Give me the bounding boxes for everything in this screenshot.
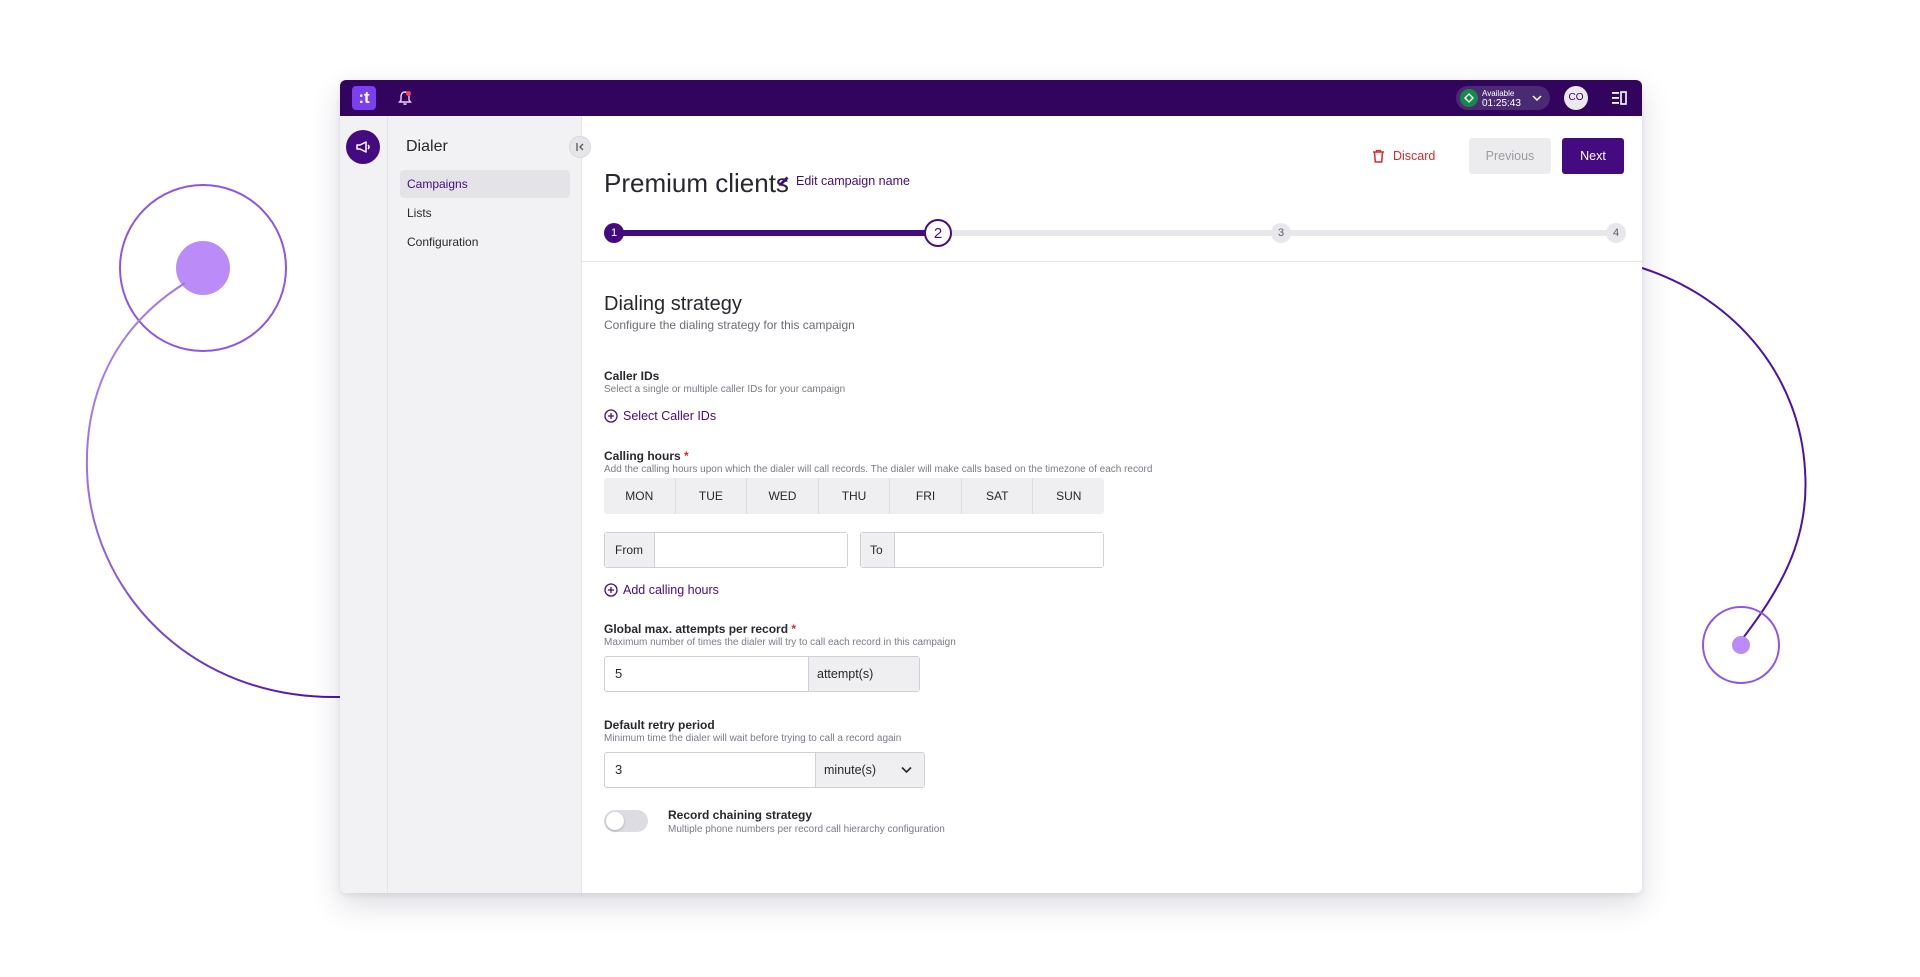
- retry-period-field: 3 minute(s): [604, 752, 925, 788]
- retry-period-input[interactable]: 3: [605, 753, 816, 787]
- from-label: From: [605, 533, 655, 567]
- day-toggle-tue[interactable]: TUE: [676, 478, 748, 514]
- status-text: Available 01:25:43: [1482, 89, 1521, 109]
- user-avatar[interactable]: CO: [1564, 86, 1588, 110]
- app-logo[interactable]: :t: [352, 86, 376, 110]
- max-attempts-label-text: Global max. attempts per record: [604, 622, 789, 636]
- nav-item-lists[interactable]: Lists: [400, 199, 570, 227]
- step-1[interactable]: 1: [604, 223, 624, 243]
- select-caller-ids-link[interactable]: Select Caller IDs: [604, 409, 716, 423]
- next-button[interactable]: Next: [1562, 138, 1624, 174]
- chevron-down-icon: [901, 766, 912, 774]
- status-timer: 01:25:43: [1482, 98, 1521, 109]
- decorative-arc-right: [1641, 267, 1807, 643]
- retry-unit-select[interactable]: minute(s): [816, 753, 924, 787]
- record-chaining-label: Record chaining strategy: [668, 808, 813, 822]
- calling-hours-help: Add the calling hours upon which the dia…: [604, 464, 1153, 475]
- campaign-name-title: Premium clients: [604, 168, 789, 198]
- decorative-dot-right: [1732, 636, 1750, 654]
- collapse-nav-button[interactable]: [569, 136, 591, 158]
- to-time-group: To: [860, 532, 1104, 568]
- pencil-icon: [779, 176, 789, 186]
- max-attempts-help: Maximum number of times the dialer will …: [604, 637, 956, 648]
- trash-icon: [1373, 149, 1384, 163]
- day-toggle-wed[interactable]: WED: [747, 478, 819, 514]
- previous-button[interactable]: Previous: [1469, 138, 1551, 174]
- nav-item-campaigns[interactable]: Campaigns: [400, 170, 570, 198]
- edit-campaign-name-link[interactable]: Edit campaign name: [778, 174, 910, 188]
- decorative-dot-left: [176, 241, 230, 295]
- discard-button[interactable]: Discard: [1372, 138, 1435, 174]
- retry-period-help: Minimum time the dialer will wait before…: [604, 733, 902, 744]
- add-calling-hours-link[interactable]: Add calling hours: [604, 583, 719, 597]
- dialer-app-icon[interactable]: [346, 130, 380, 164]
- section-nav: Dialer Campaigns Lists Configuration: [388, 116, 591, 893]
- day-toggle-sat[interactable]: SAT: [962, 478, 1034, 514]
- step-3[interactable]: 3: [1271, 223, 1291, 243]
- add-circle-icon: [604, 583, 618, 597]
- day-toggle-thu[interactable]: THU: [819, 478, 891, 514]
- collapse-left-icon: [576, 143, 584, 151]
- decorative-arc-left: [85, 282, 341, 699]
- add-calling-hours-label: Add calling hours: [623, 583, 719, 597]
- nav-title: Dialer: [406, 138, 448, 155]
- status-chevron-icon: [1532, 95, 1542, 102]
- required-mark: *: [791, 622, 797, 636]
- available-status-icon: [1460, 89, 1478, 107]
- select-caller-ids-label: Select Caller IDs: [623, 409, 717, 423]
- from-time-input[interactable]: [655, 533, 847, 567]
- calling-hours-label: Calling hours *: [604, 449, 689, 463]
- availability-status-dropdown[interactable]: Available 01:25:43: [1456, 86, 1550, 110]
- to-label: To: [861, 533, 895, 567]
- discard-label: Discard: [1393, 149, 1436, 163]
- status-label: Available: [1482, 89, 1515, 98]
- to-time-input[interactable]: [895, 533, 1103, 567]
- required-mark: *: [684, 449, 689, 463]
- header-divider: [582, 261, 1642, 262]
- edit-campaign-name-label: Edit campaign name: [796, 174, 910, 188]
- section-subtitle: Configure the dialing strategy for this …: [604, 318, 855, 332]
- caller-ids-help: Select a single or multiple caller IDs f…: [604, 384, 846, 395]
- main-content: Premium clients Edit campaign name Disca…: [582, 116, 1642, 893]
- day-toggle-fri[interactable]: FRI: [890, 478, 962, 514]
- record-chaining-help: Multiple phone numbers per record call h…: [668, 824, 945, 835]
- step-4[interactable]: 4: [1606, 223, 1626, 243]
- stepper-track-complete: [614, 230, 940, 236]
- add-circle-icon: [604, 409, 618, 423]
- nav-item-configuration[interactable]: Configuration: [400, 228, 570, 256]
- top-bar: :t Available 01:25:43 CO: [340, 80, 1642, 116]
- decorative-ring-left: [119, 184, 287, 352]
- wizard-stepper: 1 2 3 4: [604, 218, 1626, 247]
- panel-toggle-icon[interactable]: [1610, 89, 1628, 107]
- max-attempts-input[interactable]: 5: [605, 657, 809, 691]
- max-attempts-field: 5 attempt(s): [604, 656, 920, 692]
- section-title: Dialing strategy: [604, 293, 742, 315]
- max-attempts-label: Global max. attempts per record *: [604, 622, 796, 636]
- decorative-ring-right: [1702, 606, 1780, 684]
- weekday-selector: MON TUE WED THU FRI SAT SUN: [604, 478, 1104, 514]
- day-toggle-mon[interactable]: MON: [604, 478, 676, 514]
- step-2[interactable]: 2: [924, 219, 952, 247]
- from-time-group: From: [604, 532, 848, 568]
- attempts-unit: attempt(s): [809, 657, 919, 691]
- calling-hours-label-text: Calling hours: [604, 449, 681, 463]
- app-window: :t Available 01:25:43 CO Dialer Campaign…: [340, 80, 1642, 893]
- megaphone-icon: [356, 141, 370, 153]
- record-chaining-toggle[interactable]: [604, 810, 648, 832]
- caller-ids-label: Caller IDs: [604, 369, 660, 383]
- toggle-knob: [606, 812, 624, 830]
- retry-unit-value: minute(s): [824, 763, 877, 777]
- day-toggle-sun[interactable]: SUN: [1033, 478, 1104, 514]
- retry-period-label: Default retry period: [604, 718, 715, 732]
- notification-bell-icon[interactable]: [396, 89, 414, 107]
- app-rail: [340, 116, 388, 893]
